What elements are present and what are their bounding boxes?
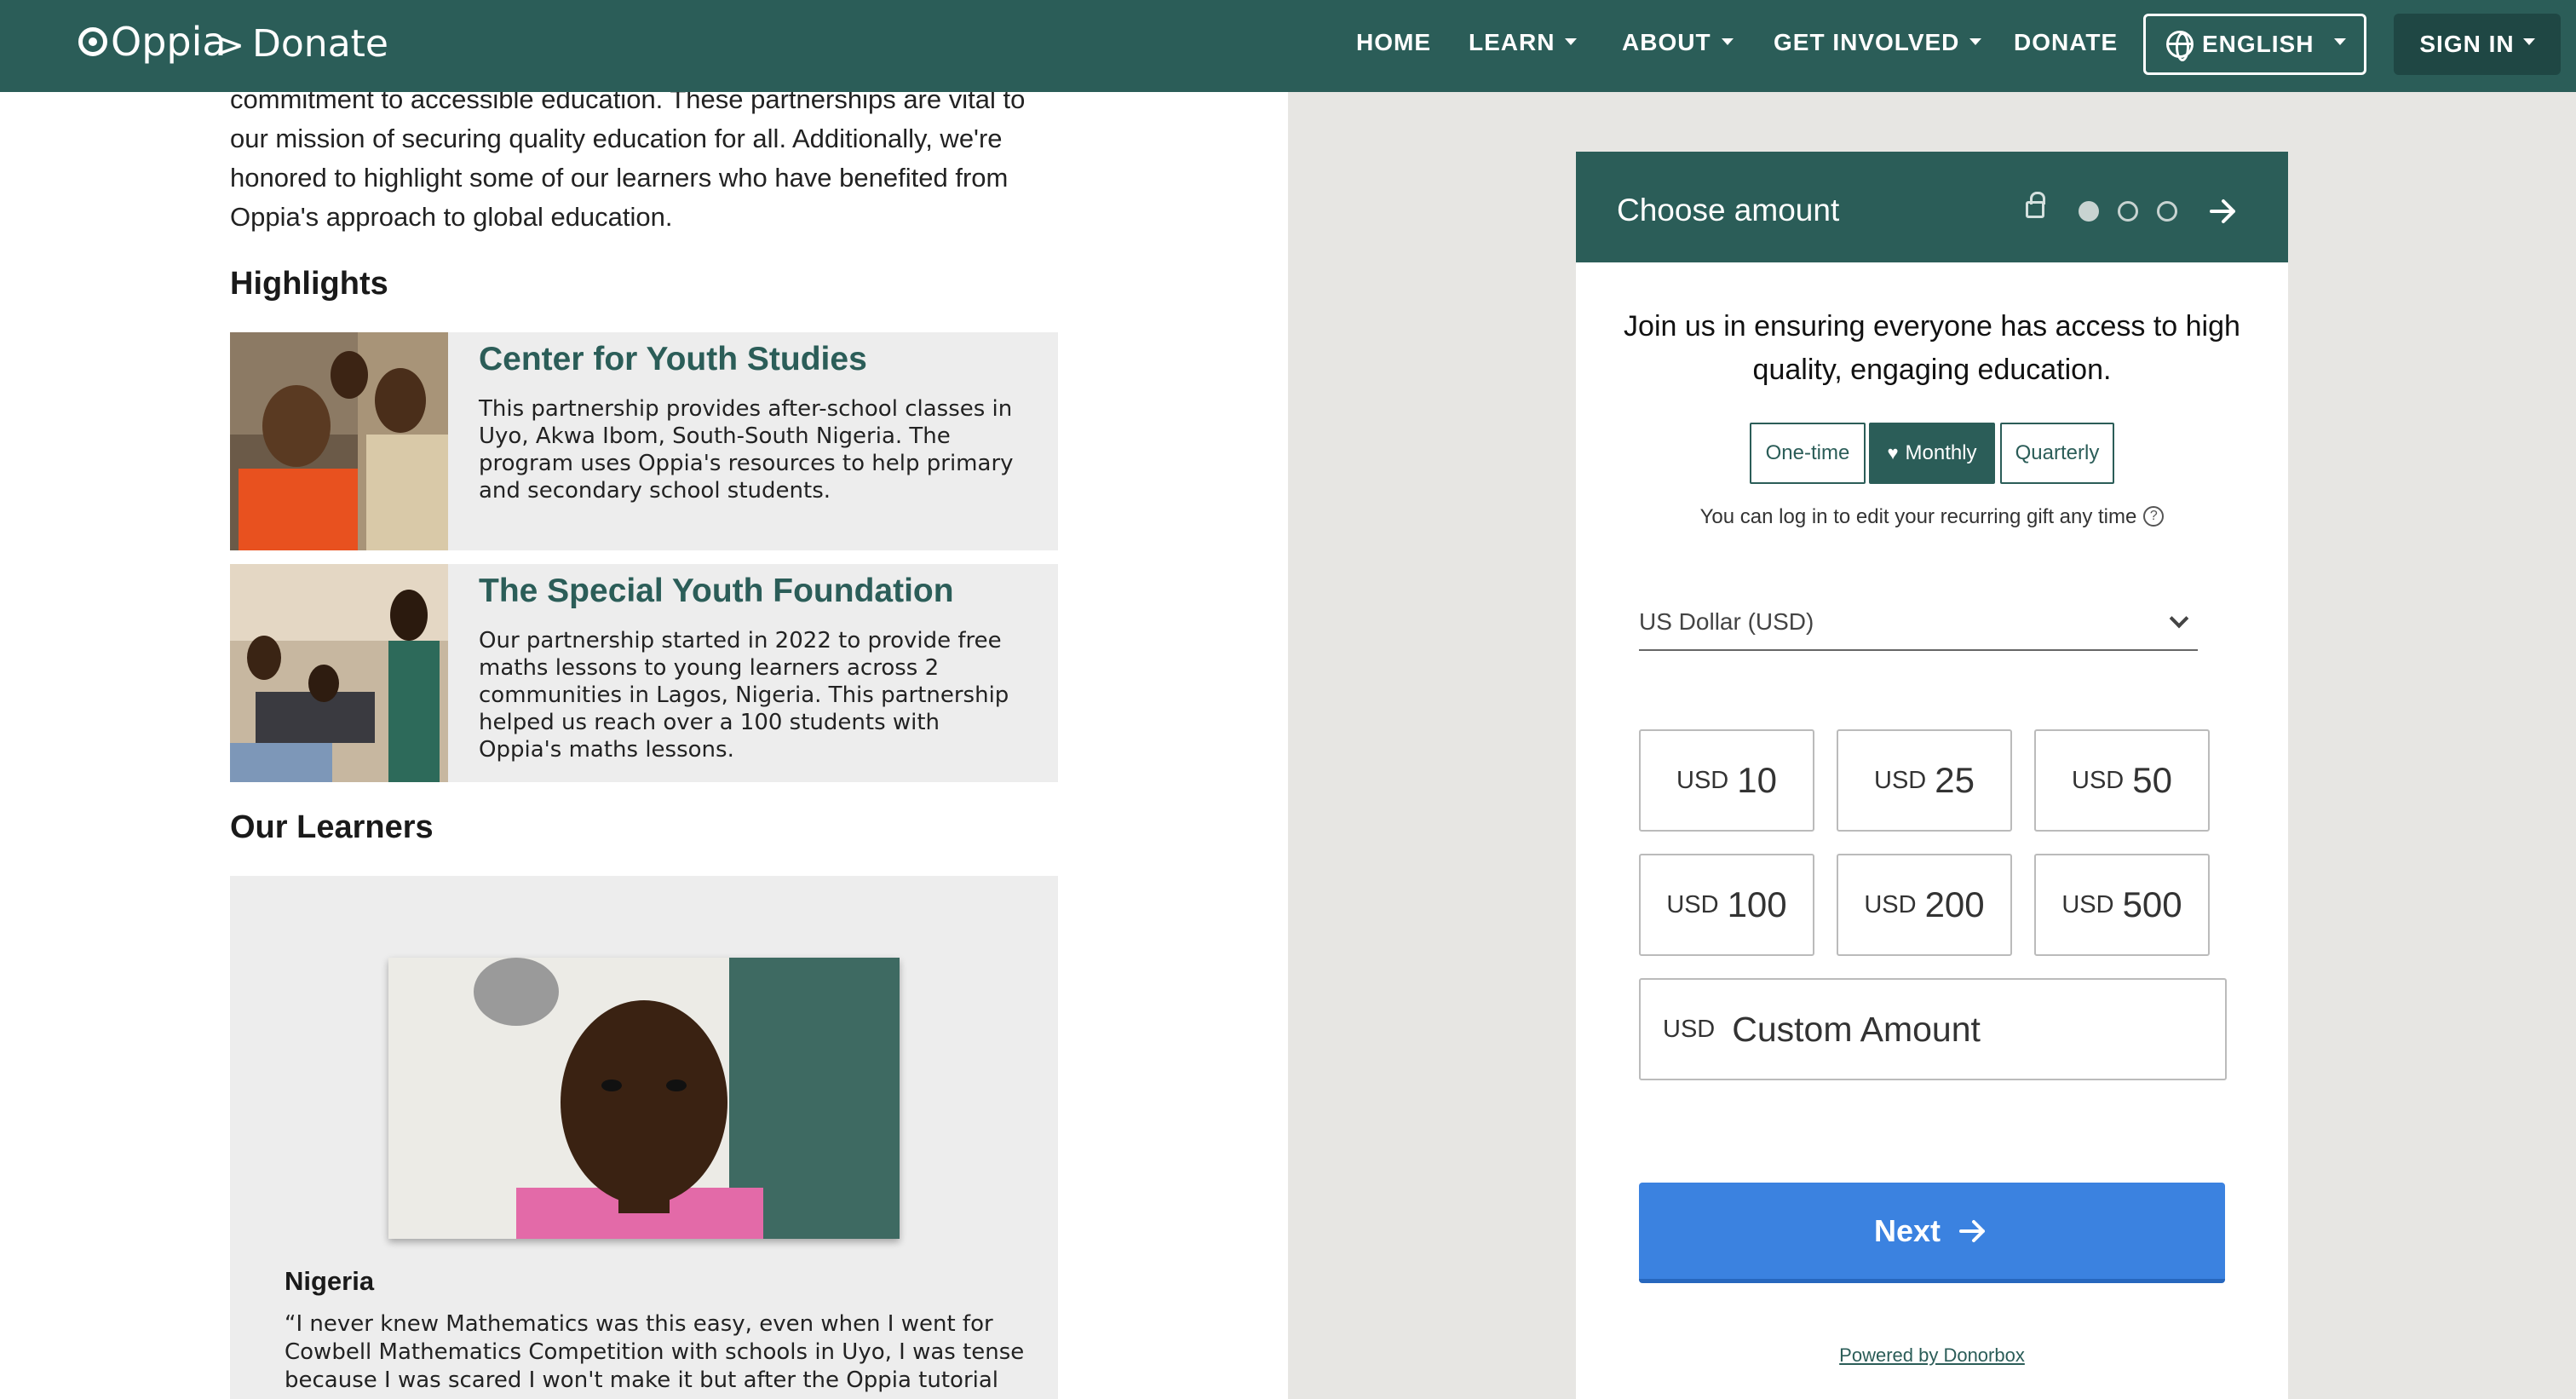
recurring-note-text: You can log in to edit your recurring gi… xyxy=(1699,505,2137,528)
amount-button[interactable]: USD 100 xyxy=(1639,854,1814,956)
logo-text: Oppia xyxy=(111,19,227,65)
frequency-label: Quarterly xyxy=(2015,441,2100,464)
widget-header: Choose amount xyxy=(1576,152,2288,262)
learner-country: Nigeria xyxy=(285,1266,375,1296)
arrow-right-icon xyxy=(1959,1219,1986,1242)
learner-photo xyxy=(388,958,900,1239)
custom-amount-currency: USD xyxy=(1663,1015,1716,1043)
oppia-logo-icon xyxy=(78,27,107,56)
highlights-heading: Highlights xyxy=(230,266,388,302)
amount-button[interactable]: USD 25 xyxy=(1837,729,2012,832)
step-dot-icon xyxy=(2118,201,2138,222)
recurring-note: You can log in to edit your recurring gi… xyxy=(1576,498,2288,536)
learner-quote: “I never knew Mathematics was this easy,… xyxy=(285,1311,1025,1393)
amount-currency: USD xyxy=(1874,766,1927,794)
amount-value: 100 xyxy=(1727,884,1787,924)
amount-button[interactable]: USD 10 xyxy=(1639,729,1814,832)
nav-learn-label: LEARN xyxy=(1469,29,1555,55)
chevron-down-icon xyxy=(2169,608,2189,629)
arrow-right-icon[interactable] xyxy=(2208,196,2239,227)
frequency-monthly-button[interactable]: ♥ Monthly xyxy=(1869,423,1995,484)
highlight-description: Our partnership started in 2022 to provi… xyxy=(479,628,1009,763)
breadcrumb-current-page: Donate xyxy=(252,22,388,66)
lock-icon xyxy=(2026,192,2045,218)
amount-currency: USD xyxy=(2061,890,2114,918)
amount-currency: USD xyxy=(2072,766,2125,794)
widget-title: Choose amount xyxy=(1617,193,1840,227)
language-selector[interactable]: ENGLISH xyxy=(2143,14,2366,75)
amount-currency: USD xyxy=(1864,890,1917,918)
learner-card: Nigeria “I never knew Mathematics was th… xyxy=(230,876,1058,1399)
donation-widget: Choose amount Join us in ensuring everyo… xyxy=(1576,152,2288,1399)
nav-get-involved-label: GET INVOLVED xyxy=(1774,29,1960,55)
intro-paragraph: commitment to accessible education. Thes… xyxy=(230,84,1026,232)
next-label: Next xyxy=(1873,1212,1941,1248)
amount-currency: USD xyxy=(1666,890,1719,918)
nav-donate[interactable]: DONATE xyxy=(2014,29,2118,56)
amount-value: 10 xyxy=(1737,760,1777,800)
nav-about-label: ABOUT xyxy=(1622,29,1711,55)
oppia-logo[interactable]: Oppia xyxy=(78,19,227,65)
currency-select[interactable]: US Dollar (USD) xyxy=(1639,600,2198,651)
amount-button[interactable]: USD 50 xyxy=(2034,729,2210,832)
widget-lead-text: Join us in ensuring everyone has access … xyxy=(1624,310,2240,386)
caret-down-icon xyxy=(1565,37,1578,45)
nav-donate-label: DONATE xyxy=(2014,29,2119,55)
nav-home[interactable]: HOME xyxy=(1356,29,1431,56)
caret-down-icon xyxy=(1721,37,1734,45)
amount-value: 50 xyxy=(2132,760,2172,800)
amount-button[interactable]: USD 500 xyxy=(2034,854,2210,956)
heart-icon: ♥ xyxy=(1887,442,1899,463)
caret-down-icon xyxy=(2522,38,2535,45)
language-label: ENGLISH xyxy=(2202,31,2314,57)
caret-down-icon xyxy=(2334,38,2347,45)
sign-in-label: SIGN IN xyxy=(2419,31,2515,57)
nav-get-involved[interactable]: GET INVOLVED xyxy=(1774,29,1982,56)
currency-value: US Dollar (USD) xyxy=(1639,608,1814,635)
highlight-image-special-youth xyxy=(230,564,448,782)
frequency-label: Monthly xyxy=(1905,441,1977,464)
step-dot-icon xyxy=(2157,201,2177,222)
next-button[interactable]: Next xyxy=(1639,1183,2225,1283)
highlight-image-youth-studies xyxy=(230,332,448,550)
sign-in-button[interactable]: SIGN IN xyxy=(2394,14,2561,75)
caret-down-icon xyxy=(1969,37,1982,45)
frequency-one-time-button[interactable]: One-time xyxy=(1750,423,1866,484)
help-question-icon[interactable]: ? xyxy=(2143,505,2165,527)
custom-amount-field[interactable]: USD xyxy=(1639,978,2227,1080)
breadcrumb-separator: > xyxy=(215,24,245,66)
amount-value: 200 xyxy=(1924,884,1985,924)
amount-currency: USD xyxy=(1676,766,1729,794)
highlight-card: Center for Youth Studies This partnershi… xyxy=(230,332,1058,550)
frequency-quarterly-button[interactable]: Quarterly xyxy=(2000,423,2114,484)
highlight-card: The Special Youth Foundation Our partner… xyxy=(230,564,1058,782)
highlight-title: The Special Youth Foundation xyxy=(479,573,954,609)
amount-button[interactable]: USD 200 xyxy=(1837,854,2012,956)
powered-by-donorbox-link[interactable]: Powered by Donorbox xyxy=(1576,1344,2288,1367)
amount-value: 25 xyxy=(1935,760,1975,800)
frequency-label: One-time xyxy=(1765,441,1850,464)
highlight-title: Center for Youth Studies xyxy=(479,341,867,377)
nav-home-label: HOME xyxy=(1356,29,1431,55)
amount-value: 500 xyxy=(2122,884,2182,924)
nav-learn[interactable]: LEARN xyxy=(1469,29,1578,56)
highlight-description: This partnership provides after-school c… xyxy=(479,396,1014,504)
our-learners-heading: Our Learners xyxy=(230,809,434,845)
custom-amount-input[interactable] xyxy=(1732,1009,2176,1050)
globe-icon xyxy=(2166,31,2194,61)
nav-about[interactable]: ABOUT xyxy=(1622,29,1734,56)
step-dot-active-icon xyxy=(2079,201,2099,222)
top-navbar: Oppia > Donate HOME LEARN ABOUT GET INVO… xyxy=(0,0,2576,92)
